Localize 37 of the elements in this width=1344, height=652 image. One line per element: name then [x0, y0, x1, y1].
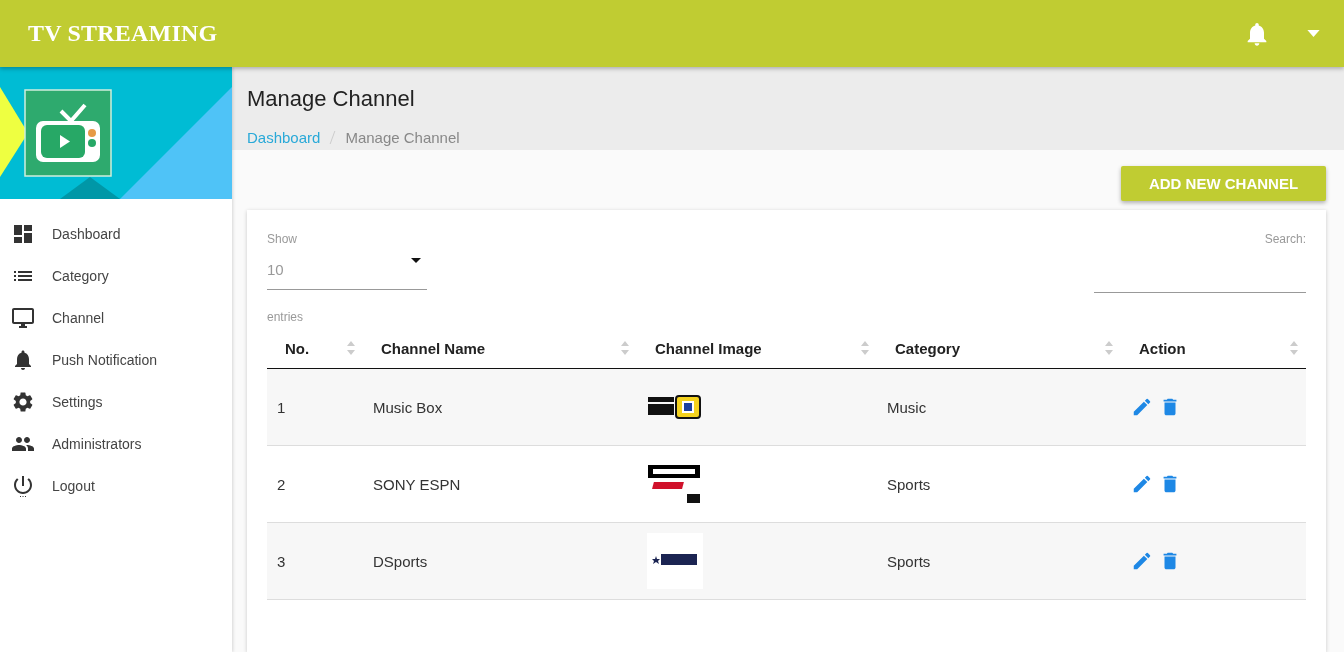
- show-label: Show: [267, 232, 299, 246]
- edit-icon[interactable]: [1131, 396, 1153, 418]
- edit-icon[interactable]: [1131, 473, 1153, 495]
- search-label: Search:: [1264, 232, 1306, 246]
- channel-logo-drawing: [647, 463, 703, 505]
- table-cell: DSports: [363, 523, 637, 600]
- table-cell: 3: [267, 523, 363, 600]
- sort-icon: [347, 341, 355, 355]
- sidebar-item[interactable]: Logout: [0, 465, 232, 507]
- channel-logo-drawing: [647, 394, 703, 420]
- sidebar-item[interactable]: Dashboard: [0, 213, 232, 255]
- dropdown-caret-icon: [411, 258, 421, 263]
- table-cell: Music Box: [363, 369, 637, 446]
- sort-icon: [861, 341, 869, 355]
- channel-logo-drawing: [647, 533, 703, 589]
- caret-icon[interactable]: [1307, 30, 1320, 37]
- page-title: Manage Channel: [247, 85, 416, 112]
- edit-icon[interactable]: [1131, 550, 1153, 572]
- sidebar-item[interactable]: Category: [0, 255, 232, 297]
- sort-icon: [1290, 341, 1298, 355]
- table-cell: Music: [877, 369, 1121, 446]
- entries-label: entries: [267, 310, 305, 324]
- sort-icon: [1105, 341, 1113, 355]
- sidebar-item[interactable]: Channel: [0, 297, 232, 339]
- dashboard-icon: [11, 222, 35, 246]
- sidebar-item[interactable]: Administrators: [0, 423, 232, 465]
- settings-icon: [11, 390, 35, 414]
- monitor-icon: [11, 306, 35, 330]
- app-title: TV STREAMING: [28, 20, 218, 47]
- sort-icon: [621, 341, 629, 355]
- breadcrumb-current: Manage Channel: [345, 129, 460, 146]
- power-icon: [11, 474, 35, 498]
- table-cell: 1: [267, 369, 363, 446]
- sidebar-item[interactable]: Push Notification: [0, 339, 232, 381]
- table-cell: Sports: [877, 523, 1121, 600]
- sidebar-item[interactable]: Settings: [0, 381, 232, 423]
- tv-logo-icon: [24, 89, 112, 177]
